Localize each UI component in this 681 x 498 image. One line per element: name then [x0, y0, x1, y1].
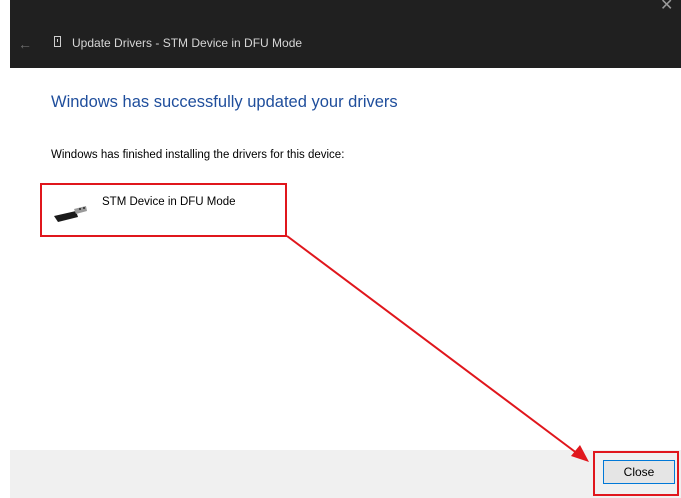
device-highlight-box: STM Device in DFU Mode: [40, 183, 287, 237]
close-icon[interactable]: ✕: [660, 0, 673, 14]
usb-connector-icon: [54, 206, 87, 222]
device-icon: [54, 36, 61, 47]
info-text: Windows has finished installing the driv…: [51, 149, 345, 161]
title-bar: ← Update Drivers - STM Device in DFU Mod…: [10, 0, 681, 68]
window-title: Update Drivers - STM Device in DFU Mode: [72, 36, 303, 50]
footer-bar: [10, 450, 681, 498]
close-button[interactable]: Close: [603, 460, 675, 484]
annotation-arrow: [286, 235, 589, 462]
back-arrow-icon[interactable]: ←: [18, 37, 32, 51]
page-title: Windows has successfully updated your dr…: [51, 93, 398, 111]
device-name: STM Device in DFU Mode: [102, 196, 236, 208]
